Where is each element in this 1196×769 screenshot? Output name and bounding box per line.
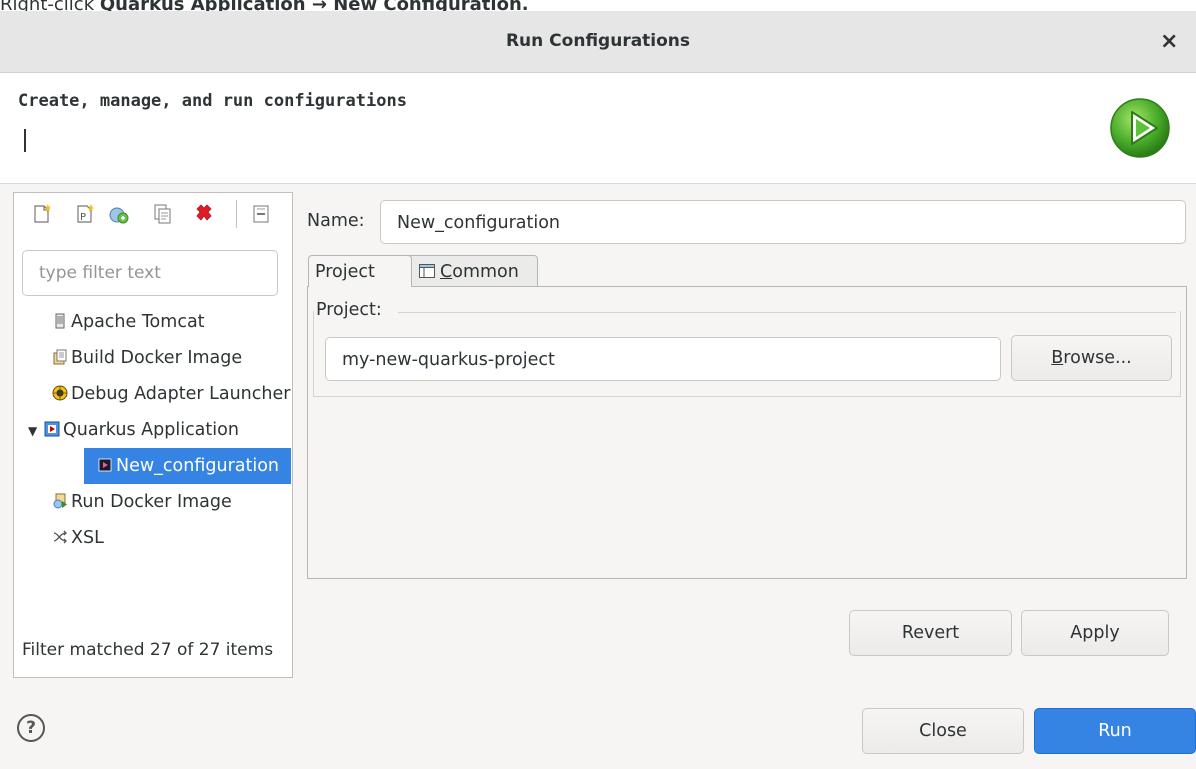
xsl-icon — [53, 530, 67, 544]
run-logo-icon — [1110, 98, 1170, 158]
apply-button[interactable]: Apply — [1021, 610, 1169, 656]
delete-icon[interactable] — [193, 203, 215, 225]
tab-project-label: Project — [315, 262, 375, 282]
new-launch-configuration-icon[interactable] — [31, 203, 53, 225]
help-icon[interactable]: ? — [17, 714, 45, 742]
tree-item-label: XSL — [71, 528, 104, 548]
tree-item-debug-adapter-launcher[interactable]: Debug Adapter Launcher — [52, 376, 291, 412]
export-icon[interactable] — [108, 203, 130, 225]
run-button[interactable]: Run — [1034, 708, 1196, 754]
svg-text:P: P — [80, 212, 86, 223]
tree-item-build-docker-image[interactable]: Build Docker Image — [52, 340, 242, 376]
tree-item-run-docker-image[interactable]: Run Docker Image — [52, 484, 232, 520]
project-field[interactable] — [325, 337, 1001, 382]
tree-item-apache-tomcat[interactable]: Apache Tomcat — [52, 304, 205, 340]
name-input[interactable] — [395, 201, 1175, 245]
tab-common-label: ommon — [452, 262, 519, 282]
filter-field[interactable] — [22, 250, 278, 296]
expand-chevron-icon[interactable]: ▼ — [28, 413, 44, 448]
text-caret — [24, 129, 26, 152]
tomcat-icon — [55, 313, 65, 329]
tree-item-label: Quarkus Application — [63, 420, 239, 440]
tree-item-label: Apache Tomcat — [71, 312, 205, 332]
duplicate-icon[interactable] — [152, 203, 174, 225]
toolbar-separator — [236, 200, 237, 228]
common-tab-icon — [419, 264, 435, 278]
docker-build-icon — [53, 349, 67, 365]
header-title: Create, manage, and run configurations — [18, 91, 407, 111]
tab-common-mnemonic: C — [440, 262, 453, 282]
tree-item-label: Run Docker Image — [71, 492, 232, 512]
tree-item-label: Debug Adapter Launcher — [71, 384, 291, 404]
project-input[interactable] — [340, 338, 990, 382]
close-button[interactable]: Close — [862, 708, 1024, 754]
collapse-all-icon[interactable] — [251, 203, 273, 225]
window-title: Run Configurations — [505, 31, 691, 51]
tab-common[interactable]: Common — [398, 255, 538, 287]
new-prototype-icon[interactable]: P — [74, 203, 96, 225]
dialog-header — [0, 73, 1196, 184]
browse-mnemonic: B — [1051, 348, 1064, 368]
tab-project[interactable]: Project — [308, 255, 412, 287]
debug-adapter-icon — [52, 385, 68, 401]
browse-button[interactable]: Browse... — [1011, 335, 1172, 381]
browse-label: rowse... — [1063, 348, 1132, 368]
project-group-label: Project: — [316, 300, 382, 320]
docker-run-icon — [53, 493, 67, 509]
group-divider — [398, 312, 1176, 313]
tree-item-label: New_configuration — [116, 456, 280, 476]
quarkus-icon — [44, 421, 60, 437]
close-window-icon[interactable]: × — [1160, 11, 1178, 72]
tree-item-xsl[interactable]: XSL — [52, 520, 104, 556]
quarkus-config-icon — [98, 458, 112, 472]
filter-status-text: Filter matched 27 of 27 items — [22, 640, 274, 660]
revert-button[interactable]: Revert — [849, 610, 1012, 656]
tree-item-quarkus-application[interactable]: ▼ Quarkus Application — [28, 412, 239, 448]
name-label: Name: — [307, 211, 365, 231]
tree-item-label: Build Docker Image — [71, 348, 243, 368]
name-field[interactable] — [380, 200, 1186, 245]
tree-item-new-configuration[interactable]: New_configuration — [84, 448, 291, 484]
filter-input[interactable] — [37, 262, 267, 284]
